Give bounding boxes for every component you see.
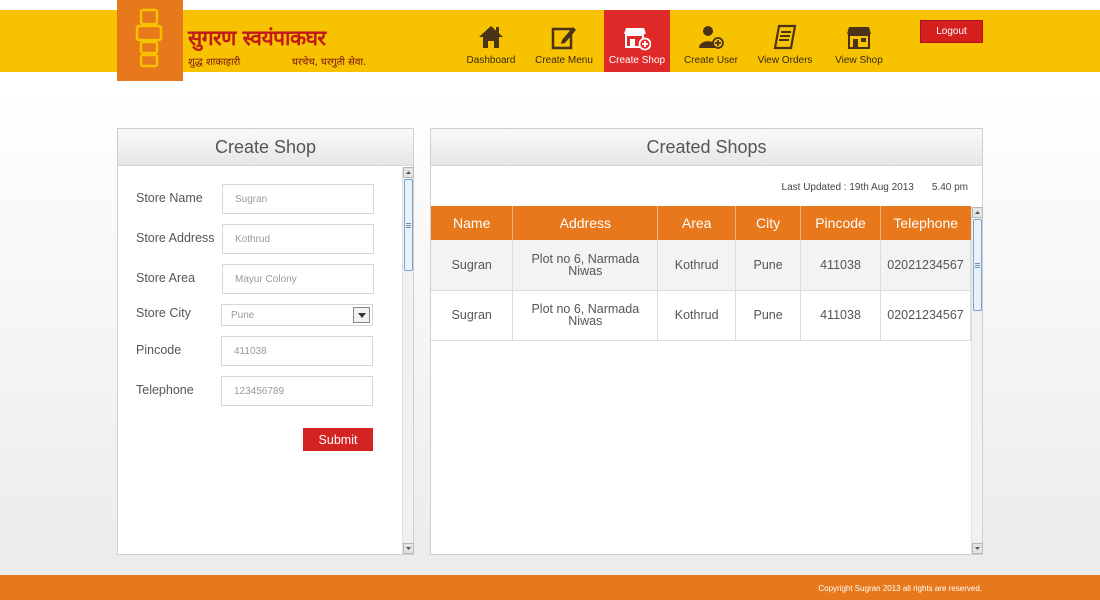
telephone-label: Telephone — [136, 383, 194, 397]
nav-dashboard[interactable]: Dashboard — [458, 10, 524, 72]
user-add-icon — [699, 26, 724, 49]
created-shops-panel: Created Shops Last Updated : 19th Aug 20… — [430, 128, 983, 555]
chevron-down-icon — [357, 312, 366, 318]
store-address-input[interactable]: Kothrud — [222, 224, 374, 254]
last-updated-time: 5.40 pm — [931, 182, 968, 193]
scroll-down-button[interactable] — [403, 543, 414, 554]
store-city-label: Store City — [136, 306, 191, 320]
submit-button[interactable]: Submit — [303, 428, 373, 451]
store-area-input[interactable]: Mayur Colony — [222, 264, 374, 294]
nav-label: View Orders — [757, 55, 813, 66]
store-city-value: Pune — [231, 309, 255, 321]
nav-label: View Shop — [835, 55, 883, 66]
last-updated-label: Last Updated : 19th Aug 2013 — [781, 182, 914, 193]
shop-add-icon — [624, 28, 651, 51]
column-header-name[interactable]: Name — [431, 206, 514, 240]
cell-telephone: 02021234567 — [880, 240, 972, 291]
cell-name: Sugran — [431, 240, 514, 291]
cell-name: Sugran — [431, 290, 514, 341]
brand: सुगरण स्वयंपाकघर शुद्ध शाकाहारी घरचेच, घ… — [188, 24, 378, 74]
scroll-down-button[interactable] — [972, 543, 983, 554]
footer: Copyright Sugran 2013 all rights are res… — [0, 575, 1100, 600]
cell-city: Pune — [735, 240, 802, 291]
form-scrollbar[interactable] — [402, 167, 414, 554]
column-header-telephone[interactable]: Telephone — [880, 206, 971, 240]
nav-create-shop[interactable]: Create Shop — [604, 10, 670, 72]
nav-create-user[interactable]: Create User — [678, 10, 744, 72]
edit-icon — [551, 27, 576, 50]
cell-pincode: 411038 — [800, 290, 881, 341]
pincode-input[interactable]: 411038 — [221, 336, 373, 366]
chevron-down-icon — [975, 547, 980, 550]
cell-area: Kothrud — [657, 240, 737, 291]
store-area-label: Store Area — [136, 271, 196, 285]
cell-area: Kothrud — [657, 290, 737, 341]
chevron-up-icon — [975, 211, 980, 214]
column-header-pincode[interactable]: Pincode — [800, 206, 881, 240]
scroll-up-button[interactable] — [972, 207, 983, 218]
cell-city: Pune — [735, 290, 802, 341]
brand-title: सुगरण स्वयंपाकघर — [188, 26, 326, 50]
scroll-thumb[interactable] — [404, 179, 413, 271]
create-shop-panel: Create Shop Store Name Sugran Store Addr… — [117, 128, 414, 555]
cell-pincode: 411038 — [800, 240, 881, 291]
nav-view-orders[interactable]: View Orders — [750, 10, 820, 72]
column-header-area[interactable]: Area — [657, 206, 737, 240]
table-row[interactable]: Sugran Plot no 6, Narmada Niwas Kothrud … — [431, 290, 972, 341]
nav-create-menu[interactable]: Create Menu — [528, 10, 600, 72]
shop-icon — [847, 27, 871, 49]
scroll-up-button[interactable] — [403, 167, 414, 178]
shops-table: Name Address Area City Pincode Telephone… — [431, 206, 972, 341]
orders-icon — [773, 24, 797, 50]
pincode-label: Pincode — [136, 343, 182, 357]
brand-tagline-left: शुद्ध शाकाहारी — [188, 57, 241, 68]
cell-telephone: 02021234567 — [880, 290, 972, 341]
column-header-address[interactable]: Address — [512, 206, 659, 240]
store-city-select[interactable]: Pune — [221, 304, 373, 326]
chevron-down-icon — [406, 547, 411, 550]
grip-icon — [975, 262, 980, 268]
brand-tagline-right: घरचेच, घरगुती सेवा. — [292, 57, 367, 68]
cell-address: Plot no 6, Narmada Niwas — [512, 290, 659, 341]
store-name-label: Store Name — [136, 191, 203, 205]
copyright-text: Copyright Sugran 2013 all rights are res… — [818, 584, 982, 593]
logo[interactable] — [117, 0, 183, 81]
telephone-input[interactable]: 123456789 — [221, 376, 373, 406]
scroll-thumb[interactable] — [973, 219, 982, 311]
column-header-city[interactable]: City — [735, 206, 802, 240]
panel-title: Create Shop — [118, 129, 413, 166]
table-header-row: Name Address Area City Pincode Telephone — [431, 206, 971, 240]
table-row[interactable]: Sugran Plot no 6, Narmada Niwas Kothrud … — [431, 240, 972, 291]
nav-label: Create User — [684, 55, 738, 66]
dropdown-button[interactable] — [353, 307, 370, 323]
grip-icon — [406, 222, 411, 228]
table-scrollbar[interactable] — [971, 207, 983, 554]
store-address-label: Store Address — [136, 231, 215, 245]
nav-label: Create Shop — [608, 55, 666, 66]
chevron-up-icon — [406, 171, 411, 174]
home-icon — [479, 26, 503, 48]
store-name-input[interactable]: Sugran — [222, 184, 374, 214]
logout-button[interactable]: Logout — [920, 20, 983, 43]
cell-address: Plot no 6, Narmada Niwas — [512, 240, 659, 291]
nav-view-shop[interactable]: View Shop — [826, 10, 892, 72]
last-updated: Last Updated : 19th Aug 2013 5.40 pm — [782, 182, 968, 193]
nav-label: Dashboard — [466, 55, 516, 66]
logo-mark-icon — [135, 8, 163, 68]
nav-label: Create Menu — [535, 55, 593, 66]
panel-title: Created Shops — [431, 129, 982, 166]
